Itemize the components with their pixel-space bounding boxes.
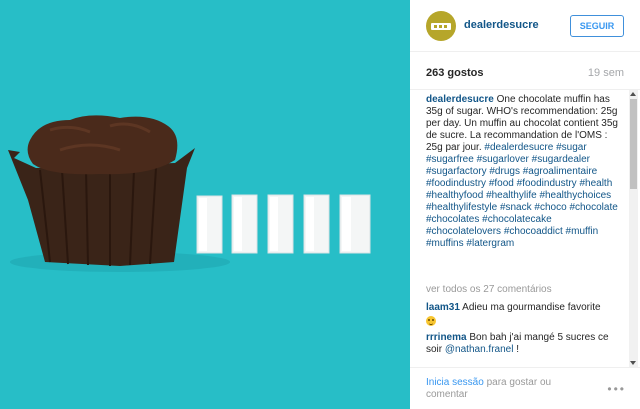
comment-mention-link[interactable]: @nathan.franel <box>445 344 514 355</box>
post-photo <box>0 0 410 409</box>
muffin-and-sugar-cubes-image <box>0 0 410 409</box>
hashtag-link[interactable]: #drugs <box>489 166 520 177</box>
hashtag-link[interactable]: #chocolatelovers <box>426 226 501 237</box>
hashtag-link[interactable]: #muffin <box>566 226 599 237</box>
post-header: dealerdesucre SEGUIR <box>410 0 640 52</box>
hashtag-link[interactable]: #chocolatecake <box>482 214 552 225</box>
view-all-comments-link[interactable]: ver todos os 27 comentários <box>426 284 552 295</box>
post-stats: 263 gostos 19 sem <box>410 52 640 90</box>
hashtag-link[interactable]: #sugarfree <box>426 154 474 165</box>
hashtag-link[interactable]: #dealerdesucre <box>484 142 553 153</box>
hashtag-link[interactable]: #chocolate <box>569 202 617 213</box>
more-options-icon[interactable]: ••• <box>607 382 626 396</box>
comment-username[interactable]: laam31 <box>426 302 460 313</box>
smiley-emoji-icon <box>426 316 436 326</box>
hashtag-link[interactable]: #healthychoices <box>539 190 611 201</box>
hashtag-link[interactable]: #healthylifestyle <box>426 202 497 213</box>
hashtag-link[interactable]: #chocolates <box>426 214 479 225</box>
hashtag-link[interactable]: #sugardealer <box>532 154 590 165</box>
login-link[interactable]: Inicia sessão <box>426 377 484 388</box>
comment-suffix: ! <box>516 344 519 355</box>
hashtag-link[interactable]: #sugarlover <box>477 154 529 165</box>
scroll-up-arrow-icon[interactable] <box>630 92 636 96</box>
hashtag-link[interactable]: #food <box>489 178 514 189</box>
hashtag-link[interactable]: #foodindustry <box>426 178 486 189</box>
comments-scrollbar[interactable] <box>629 90 638 367</box>
hashtag-link[interactable]: #chocoaddict <box>504 226 563 237</box>
hashtag-link[interactable]: #healthyfood <box>426 190 483 201</box>
comment-item: laam31 Adieu ma gourmandise favorite <box>426 302 626 327</box>
post-footer: Inicia sessão para gostar ou comentar ••… <box>410 367 640 409</box>
comment-text: Adieu ma gourmandise favorite <box>462 302 601 313</box>
comment-item: rrrinema Bon bah j'ai mangé 5 sucres ce … <box>426 332 626 356</box>
post-time[interactable]: 19 sem <box>588 67 624 79</box>
caption-hashtags: #dealerdesucre #sugar #sugarfree #sugarl… <box>426 142 618 249</box>
avatar-logo-icon <box>431 23 451 30</box>
post-side-panel: dealerdesucre SEGUIR 263 gostos 19 sem d… <box>410 0 640 409</box>
hashtag-link[interactable]: #latergram <box>466 238 514 249</box>
hashtag-link[interactable]: #foodindustry <box>517 178 577 189</box>
follow-button[interactable]: SEGUIR <box>570 15 624 37</box>
comments-list[interactable]: dealerdesucre One chocolate muffin has 3… <box>410 90 640 367</box>
scrollbar-thumb[interactable] <box>630 99 637 189</box>
hashtag-link[interactable]: #healthylife <box>486 190 537 201</box>
avatar[interactable] <box>426 11 456 41</box>
post-caption: dealerdesucre One chocolate muffin has 3… <box>426 94 626 250</box>
hashtag-link[interactable]: #sugarfactory <box>426 166 487 177</box>
hashtag-link[interactable]: #health <box>579 178 612 189</box>
scroll-down-arrow-icon[interactable] <box>630 361 636 365</box>
comment-username[interactable]: rrrinema <box>426 332 467 343</box>
hashtag-link[interactable]: #agroalimentaire <box>523 166 598 177</box>
hashtag-link[interactable]: #snack <box>500 202 532 213</box>
hashtag-link[interactable]: #sugar <box>556 142 587 153</box>
username-link[interactable]: dealerdesucre <box>464 19 539 31</box>
hashtag-link[interactable]: #choco <box>534 202 566 213</box>
caption-username[interactable]: dealerdesucre <box>426 94 494 105</box>
login-prompt: Inicia sessão para gostar ou comentar <box>426 377 576 401</box>
likes-count[interactable]: 263 gostos <box>426 67 483 79</box>
hashtag-link[interactable]: #muffins <box>426 238 464 249</box>
